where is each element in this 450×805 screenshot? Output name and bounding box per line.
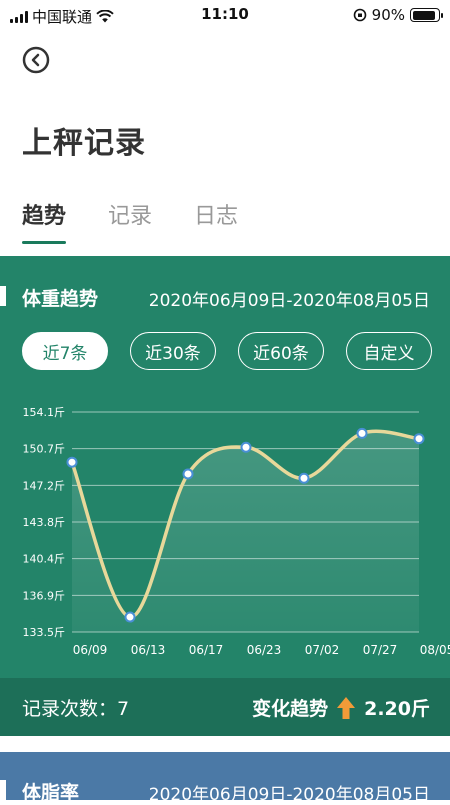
y-tick-label: 133.5斤 (23, 626, 66, 639)
y-tick-label: 150.7斤 (23, 443, 66, 456)
weight-trend-card: 体重趋势 2020年06月09日-2020年08月05日 近7条 近30条 近6… (0, 256, 450, 736)
rotation-lock-icon (353, 8, 366, 22)
arrow-up-icon (337, 696, 356, 719)
card-title: 体重趋势 (22, 288, 99, 310)
x-tick-label: 06/17 (189, 643, 224, 657)
battery-percent: 90% (371, 6, 405, 24)
tab-records[interactable]: 记录 (108, 198, 152, 244)
status-right: 90% (353, 6, 443, 24)
y-tick-label: 143.8斤 (23, 516, 66, 529)
filter-last-60[interactable]: 近60条 (238, 332, 324, 370)
data-point (240, 441, 252, 453)
card-accent-bar (0, 286, 6, 306)
tab-log[interactable]: 日志 (194, 198, 238, 244)
x-tick-label: 08/05 (420, 643, 450, 657)
y-tick-label: 140.4斤 (23, 553, 66, 566)
x-tick-label: 07/27 (363, 643, 398, 657)
tab-bar: 趋势 记录 日志 (22, 198, 238, 244)
weight-line-chart: 154.1斤 150.7斤 147.2斤 143.8斤 140.4斤 136.9斤 133.… (23, 406, 450, 657)
page-title: 上秤记录 (22, 126, 146, 161)
record-count: 记录次数：7 (22, 694, 129, 721)
tab-trend[interactable]: 趋势 (22, 198, 67, 244)
card-footer: 记录次数：7 变化趋势 2.20斤 (0, 678, 450, 736)
data-point (66, 456, 78, 468)
card-header: 体重趋势 2020年06月09日-2020年08月05日 (0, 284, 450, 311)
y-tick-label: 136.9斤 (23, 589, 66, 602)
body-fat-card: 体脂率 2020年06月09日-2020年08月05日 (0, 752, 450, 805)
date-range: 2020年06月09日-2020年08月05日 (148, 291, 430, 311)
trend-label: 变化趋势 (252, 698, 329, 720)
status-bar: 中国联通 11:10 90% (0, 0, 450, 30)
trend-value: 2.20斤 (364, 698, 430, 720)
y-tick-label: 154.1斤 (23, 406, 66, 419)
data-point (413, 433, 425, 445)
back-button[interactable] (22, 46, 50, 74)
data-point (298, 472, 310, 484)
range-filter-group: 近7条 近30条 近60条 自定义 (22, 332, 432, 370)
data-point (182, 468, 194, 480)
x-tick-label: 06/13 (131, 643, 166, 657)
record-count-value: 7 (117, 698, 130, 720)
trend-summary: 变化趋势 2.20斤 (252, 694, 430, 721)
battery-icon (410, 8, 443, 22)
chart-area-fill (72, 431, 419, 632)
filter-custom[interactable]: 自定义 (346, 332, 432, 370)
x-tick-label: 07/02 (305, 643, 340, 657)
card-title: 体脂率 (22, 782, 80, 804)
data-point (356, 427, 368, 439)
x-tick-label: 06/23 (247, 643, 282, 657)
data-point (124, 611, 136, 623)
date-range: 2020年06月09日-2020年08月05日 (148, 785, 430, 805)
filter-last-7[interactable]: 近7条 (22, 332, 108, 370)
x-tick-label: 06/09 (73, 643, 108, 657)
y-tick-label: 147.2斤 (23, 479, 66, 492)
filter-last-30[interactable]: 近30条 (130, 332, 216, 370)
record-count-label: 记录次数： (22, 698, 118, 720)
card-accent-bar (0, 780, 6, 800)
